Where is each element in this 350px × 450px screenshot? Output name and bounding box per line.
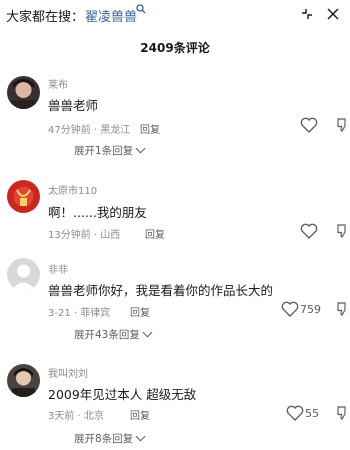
comment-location: 黑龙江 xyxy=(100,125,131,136)
comment-text: 兽兽老师 xyxy=(48,98,99,113)
comment-username[interactable]: 莱布 xyxy=(48,76,68,91)
comment-username[interactable]: 我叫刘刘 xyxy=(48,365,88,380)
comment-text: 啊！......我的朋友 xyxy=(48,205,147,220)
dislike-icon[interactable] xyxy=(336,405,348,421)
like-count: 759 xyxy=(300,303,321,316)
comment-time: 47分钟前 xyxy=(48,125,91,136)
comment-username[interactable]: 非非 xyxy=(48,261,68,276)
avatar[interactable] xyxy=(7,364,40,397)
comment-location: 菲律宾 xyxy=(80,308,111,319)
expand-replies-button[interactable]: 展开8条回复 xyxy=(74,431,146,446)
comment-count-title: 2409条评论 xyxy=(140,41,210,55)
chevron-down-icon xyxy=(142,327,153,338)
search-keyword-link[interactable]: 翟凌兽兽 xyxy=(85,6,137,25)
comment-item: 莱布 兽兽老师 47分钟前 · 黑龙江 回复 展开1条回复 xyxy=(0,72,350,162)
comment-item: 非非 兽兽老师你好，我是看着你的作品长大的 3-21 · 菲律宾 回复 展开43… xyxy=(0,256,350,346)
comment-meta: 3天前 · 北京 xyxy=(48,411,104,422)
comment-item: 太原市110 啊！......我的朋友 13分钟前 · 山西 回复 xyxy=(0,178,350,268)
comment-item: 我叫刘刘 2009年见过本人 超级无敌 3天前 · 北京 回复 展开8条回复 5… xyxy=(0,360,350,450)
avatar[interactable] xyxy=(7,258,40,291)
heart-icon[interactable] xyxy=(300,117,318,133)
comment-location: 北京 xyxy=(83,411,104,422)
heart-icon[interactable] xyxy=(300,223,318,239)
avatar[interactable] xyxy=(7,180,40,213)
expand-replies-button[interactable]: 展开43条回复 xyxy=(74,327,153,342)
heart-icon[interactable] xyxy=(286,405,304,421)
comment-meta: 47分钟前 · 黑龙江 xyxy=(48,125,131,136)
comment-time: 3-21 xyxy=(48,308,71,319)
comment-text: 2009年见过本人 超级无敌 xyxy=(48,387,197,402)
expand-replies-button[interactable]: 展开1条回复 xyxy=(74,143,146,158)
heart-icon[interactable] xyxy=(281,301,299,317)
search-icon[interactable] xyxy=(136,4,146,14)
comment-meta: 3-21 · 菲律宾 xyxy=(48,308,111,319)
comment-time: 3天前 xyxy=(48,411,75,422)
reply-button[interactable]: 回复 xyxy=(140,121,160,136)
comment-text: 兽兽老师你好，我是看着你的作品长大的 xyxy=(48,283,274,298)
comment-username[interactable]: 太原市110 xyxy=(48,182,97,197)
expand-replies-label: 展开8条回复 xyxy=(74,433,134,445)
expand-replies-label: 展开1条回复 xyxy=(74,145,134,157)
dislike-icon[interactable] xyxy=(336,117,348,133)
search-bar[interactable]: 大家都在搜： 翟凌兽兽 xyxy=(0,0,350,30)
like-count: 55 xyxy=(305,407,319,420)
avatar[interactable] xyxy=(7,76,40,109)
reply-button[interactable]: 回复 xyxy=(130,407,150,422)
close-icon[interactable] xyxy=(326,7,340,21)
comment-meta: 13分钟前 · 山西 xyxy=(48,230,121,241)
comment-location: 山西 xyxy=(100,230,121,241)
reply-button[interactable]: 回复 xyxy=(130,304,150,319)
expand-replies-label: 展开43条回复 xyxy=(74,329,140,341)
chevron-down-icon xyxy=(135,143,146,154)
dislike-icon[interactable] xyxy=(336,301,348,317)
reply-button[interactable]: 回复 xyxy=(145,226,165,241)
chevron-down-icon xyxy=(135,431,146,442)
collapse-icon[interactable] xyxy=(300,7,314,21)
comment-time: 13分钟前 xyxy=(48,230,91,241)
dislike-icon[interactable] xyxy=(336,223,348,239)
search-prefix-label: 大家都在搜： xyxy=(6,10,85,25)
